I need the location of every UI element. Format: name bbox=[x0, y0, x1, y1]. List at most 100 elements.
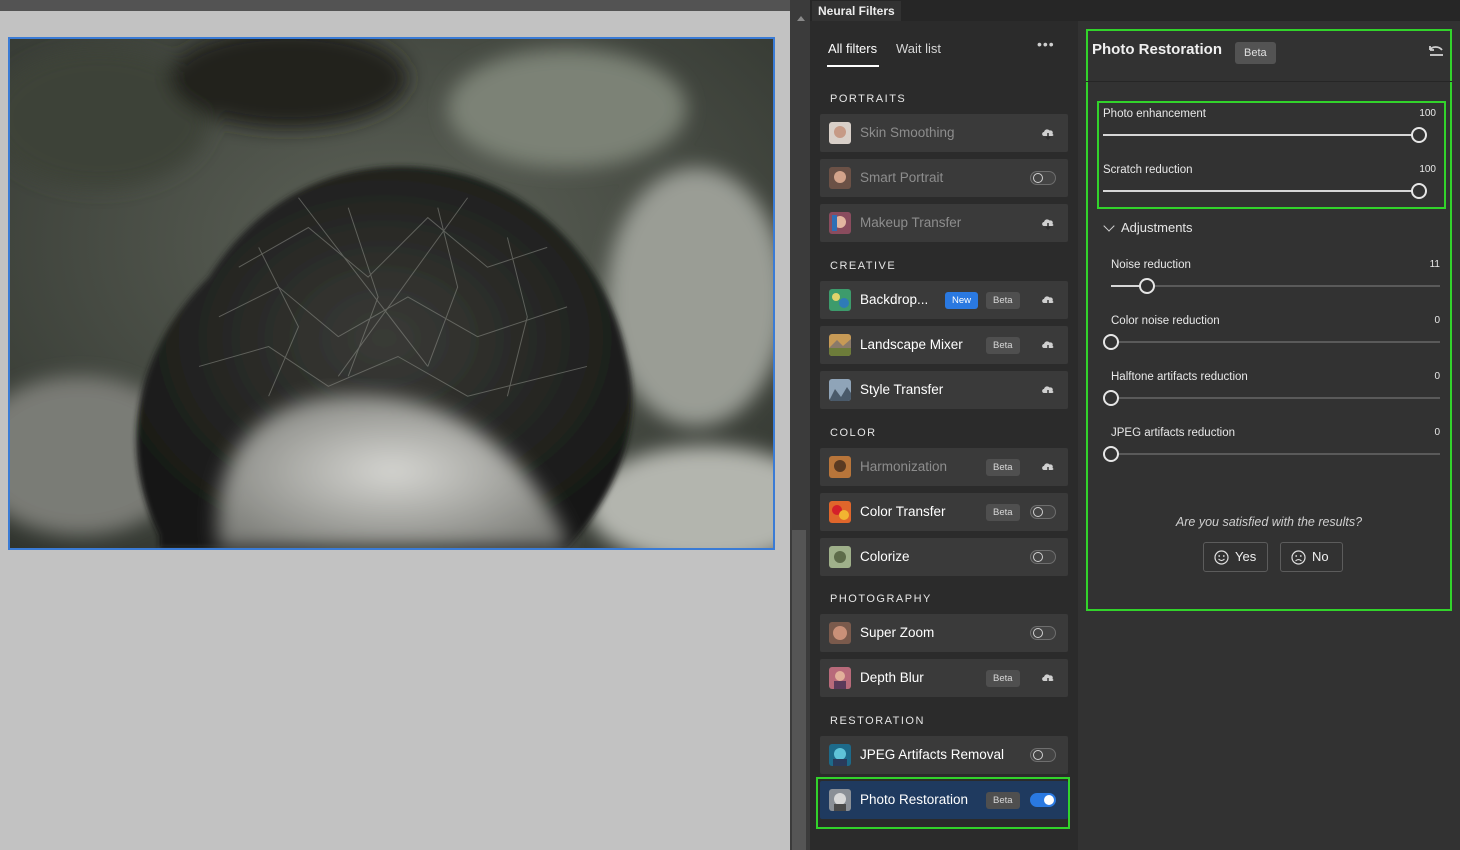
feedback-no-button[interactable]: No bbox=[1280, 542, 1343, 572]
toggle-knob bbox=[1033, 173, 1043, 183]
cloud-download-icon[interactable] bbox=[1040, 292, 1056, 308]
filter-makeup-transfer[interactable]: Makeup Transfer bbox=[820, 204, 1068, 242]
color-transfer-toggle[interactable] bbox=[1030, 505, 1056, 519]
beta-badge: Beta bbox=[1235, 42, 1276, 64]
more-icon[interactable]: ••• bbox=[1037, 36, 1055, 52]
beta-badge: Beta bbox=[986, 459, 1020, 476]
filter-landscape-mixer[interactable]: Landscape Mixer Beta bbox=[820, 326, 1068, 364]
noise-reduction-slider[interactable] bbox=[1111, 285, 1440, 287]
photo-enhancement-slider[interactable] bbox=[1103, 134, 1419, 136]
filter-name: Skin Smoothing bbox=[860, 125, 955, 140]
filter-backdrop[interactable]: Backdrop... New Beta bbox=[820, 281, 1068, 319]
scratch-reduction-value: 100 bbox=[1419, 164, 1436, 175]
super-zoom-toggle[interactable] bbox=[1030, 626, 1056, 640]
color-noise-reduction-value: 0 bbox=[1434, 315, 1440, 326]
canvas-top-bar bbox=[0, 0, 790, 11]
canvas-scroll-thumb[interactable] bbox=[792, 530, 806, 850]
colorize-toggle[interactable] bbox=[1030, 550, 1056, 564]
filter-name: Super Zoom bbox=[860, 625, 935, 640]
frown-icon bbox=[1291, 550, 1306, 565]
photo-enhancement-slider-knob[interactable] bbox=[1411, 127, 1427, 143]
jpeg-artifacts-reduction-label: JPEG artifacts reduction bbox=[1111, 427, 1235, 439]
tab-all-filters[interactable]: All filters bbox=[828, 41, 877, 56]
filter-name: Colorize bbox=[860, 549, 910, 564]
beta-badge: Beta bbox=[986, 337, 1020, 354]
jpeg-artifacts-removal-thumbnail-icon bbox=[829, 744, 851, 766]
feedback-question: Are you satisfied with the results? bbox=[1175, 515, 1363, 529]
scratch-reduction-slider[interactable] bbox=[1103, 190, 1419, 192]
color-noise-reduction-slider[interactable] bbox=[1111, 341, 1440, 343]
filter-list-tabs: All filters Wait list ••• bbox=[810, 21, 1078, 73]
color-transfer-thumbnail-icon bbox=[829, 501, 851, 523]
filter-colorize[interactable]: Colorize bbox=[820, 538, 1068, 576]
jpeg-artifacts-reduction-slider[interactable] bbox=[1111, 453, 1440, 455]
filter-super-zoom[interactable]: Super Zoom bbox=[820, 614, 1068, 652]
skin-smoothing-thumbnail-icon bbox=[829, 122, 851, 144]
panel-tab-bar: Neural Filters bbox=[810, 0, 1460, 21]
section-label-portraits: PORTRAITS bbox=[830, 93, 907, 105]
filter-smart-portrait[interactable]: Smart Portrait bbox=[820, 159, 1068, 197]
style-transfer-thumbnail-icon bbox=[829, 379, 851, 401]
cloud-download-icon[interactable] bbox=[1040, 215, 1056, 231]
scratch-reduction-slider-knob[interactable] bbox=[1411, 183, 1427, 199]
makeup-transfer-thumbnail-icon bbox=[829, 212, 851, 234]
filter-name: JPEG Artifacts Removal bbox=[860, 747, 1005, 762]
active-tab-indicator bbox=[827, 65, 879, 67]
toggle-knob bbox=[1033, 750, 1043, 760]
filter-harmonization[interactable]: Harmonization Beta bbox=[820, 448, 1068, 486]
jpeg-artifacts-removal-toggle[interactable] bbox=[1030, 748, 1056, 762]
cloud-download-icon[interactable] bbox=[1040, 337, 1056, 353]
reset-icon[interactable] bbox=[1427, 44, 1445, 60]
filter-jpeg-artifacts-removal[interactable]: JPEG Artifacts Removal bbox=[820, 736, 1068, 774]
section-label-creative: CREATIVE bbox=[830, 260, 897, 272]
halftone-artifacts-reduction-label: Halftone artifacts reduction bbox=[1111, 371, 1248, 383]
cloud-download-icon[interactable] bbox=[1040, 459, 1056, 475]
jpeg-artifacts-reduction-slider-knob[interactable] bbox=[1103, 446, 1119, 462]
filter-name: Backdrop... bbox=[860, 292, 929, 307]
scroll-up-arrow-icon[interactable] bbox=[797, 16, 805, 21]
noise-reduction-value: 11 bbox=[1429, 259, 1440, 270]
toggle-knob bbox=[1033, 628, 1043, 638]
backdrop-thumbnail-icon bbox=[829, 289, 851, 311]
photo-enhancement-value: 100 bbox=[1419, 108, 1436, 119]
cloud-download-icon[interactable] bbox=[1040, 382, 1056, 398]
filter-name: Style Transfer bbox=[860, 382, 944, 397]
photo-image[interactable] bbox=[8, 37, 775, 550]
slider-fill bbox=[1103, 190, 1419, 192]
smart-portrait-toggle[interactable] bbox=[1030, 171, 1056, 185]
tab-wait-list[interactable]: Wait list bbox=[896, 41, 941, 56]
filter-name: Harmonization bbox=[860, 459, 948, 474]
beta-badge: Beta bbox=[986, 670, 1020, 687]
section-label-color: COLOR bbox=[830, 427, 877, 439]
filter-name: Color Transfer bbox=[860, 504, 946, 519]
adjustments-section-header[interactable]: Adjustments bbox=[1121, 220, 1193, 235]
filter-style-transfer[interactable]: Style Transfer bbox=[820, 371, 1068, 409]
filter-skin-smoothing[interactable]: Skin Smoothing bbox=[820, 114, 1068, 152]
section-label-restoration: RESTORATION bbox=[830, 715, 925, 727]
photoshop-window: Neural Filters All filters Wait list •••… bbox=[0, 0, 1460, 850]
settings-title: Photo Restoration bbox=[1092, 41, 1222, 58]
landscape-mixer-thumbnail-icon bbox=[829, 334, 851, 356]
color-noise-reduction-slider-knob[interactable] bbox=[1103, 334, 1119, 350]
filter-settings: Photo Restoration Beta Photo enhancement… bbox=[1078, 21, 1460, 850]
cloud-download-icon[interactable] bbox=[1040, 125, 1056, 141]
toggle-knob bbox=[1033, 552, 1043, 562]
halftone-artifacts-reduction-slider[interactable] bbox=[1111, 397, 1440, 399]
colorize-thumbnail-icon bbox=[829, 546, 851, 568]
filter-color-transfer[interactable]: Color Transfer Beta bbox=[820, 493, 1068, 531]
yes-label: Yes bbox=[1235, 549, 1257, 564]
neural-filters-panel: Neural Filters All filters Wait list •••… bbox=[810, 0, 1460, 850]
feedback-yes-button[interactable]: Yes bbox=[1203, 542, 1268, 572]
document-canvas[interactable] bbox=[0, 0, 790, 850]
section-label-photography: PHOTOGRAPHY bbox=[830, 593, 932, 605]
panel-tab-neural-filters[interactable]: Neural Filters bbox=[812, 1, 901, 21]
filter-depth-blur[interactable]: Depth Blur Beta bbox=[820, 659, 1068, 697]
slider-fill bbox=[1103, 134, 1419, 136]
halftone-artifacts-reduction-slider-knob[interactable] bbox=[1103, 390, 1119, 406]
scratch-reduction-label: Scratch reduction bbox=[1103, 164, 1193, 176]
depth-blur-thumbnail-icon bbox=[829, 667, 851, 689]
photo-enhancement-label: Photo enhancement bbox=[1103, 108, 1206, 120]
beta-badge: Beta bbox=[986, 292, 1020, 309]
smile-icon bbox=[1214, 550, 1229, 565]
cloud-download-icon[interactable] bbox=[1040, 670, 1056, 686]
